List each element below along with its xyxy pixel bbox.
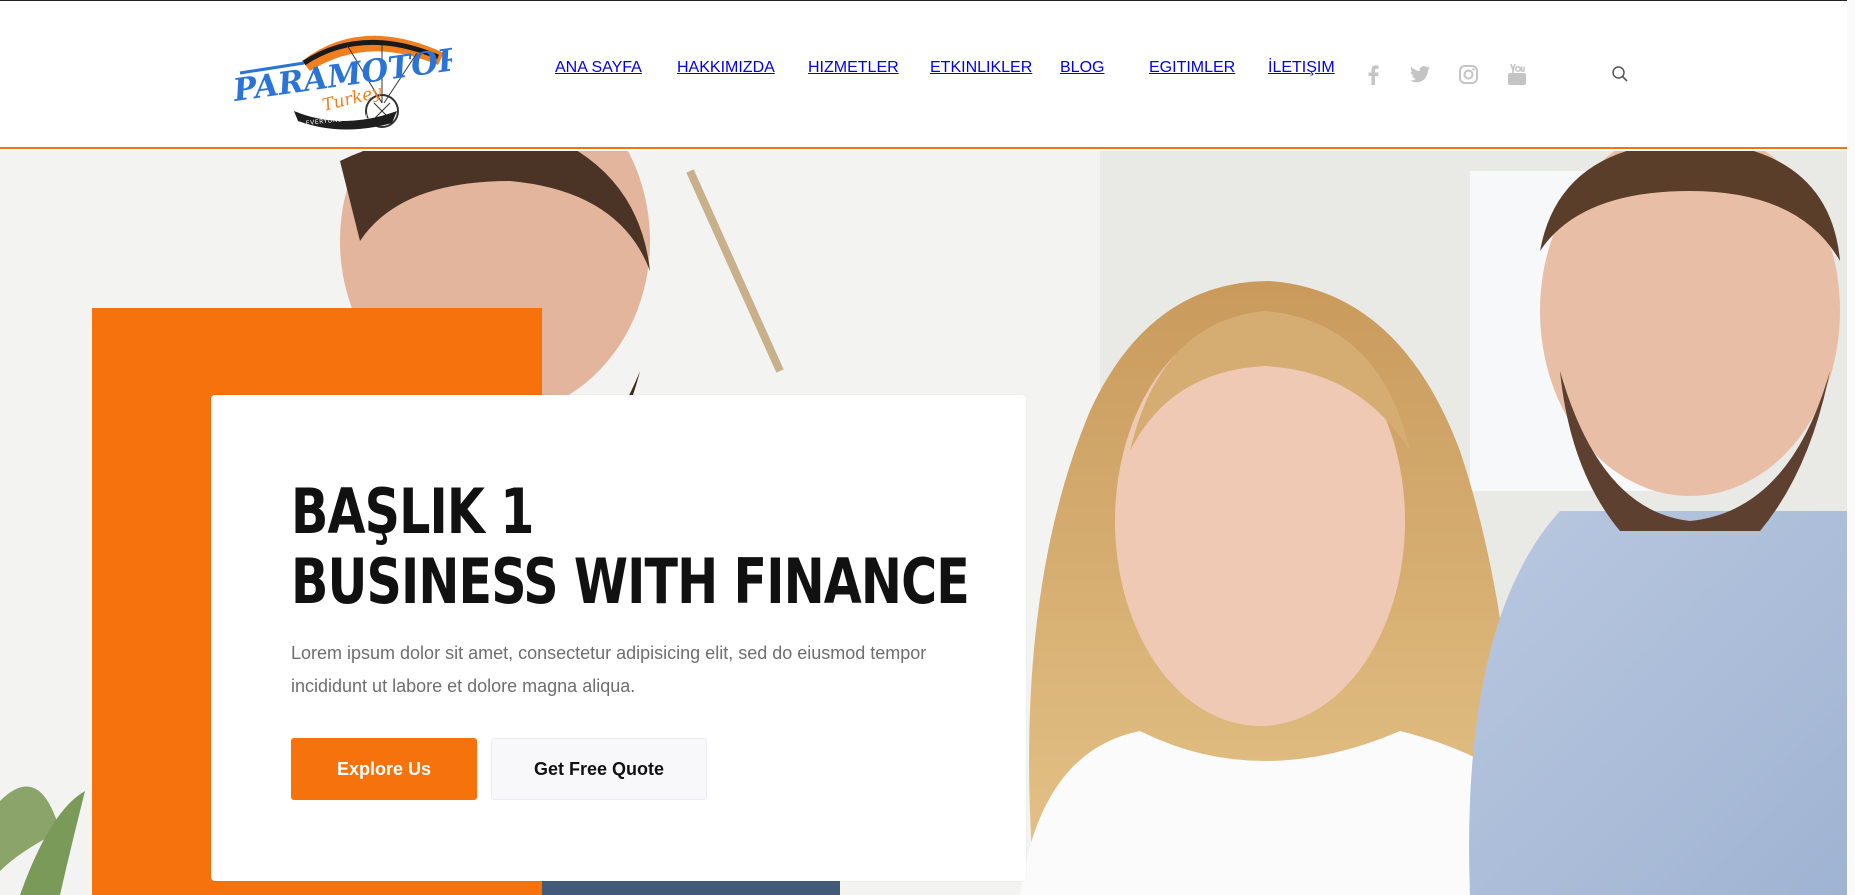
nav-item-iletisim[interactable]: İLETIŞIM [1268,59,1335,76]
search-icon[interactable] [1611,65,1629,83]
hero-title-line2: BUSINESS WITH FINANCE [291,545,970,618]
explore-us-button[interactable]: Explore Us [291,738,477,800]
paramotor-logo[interactable]: PARAMOTOR Turkey EVERYONE CAN FLY! [230,23,466,133]
hero-card: BAŞLIK 1 BUSINESS WITH FINANCE Lorem ips… [211,395,1026,881]
nav-item-ana-sayfa[interactable]: ANA SAYFA [555,59,642,76]
facebook-icon[interactable] [1366,65,1380,85]
youtube-icon[interactable] [1508,64,1526,85]
twitter-icon[interactable] [1410,66,1430,83]
nav-item-blog[interactable]: BLOG [1060,59,1104,76]
instagram-icon[interactable] [1459,65,1478,84]
nav-item-egitimler[interactable]: EGITIMLER [1149,59,1235,76]
hero-title-line1: BAŞLIK 1 [291,475,534,548]
paraglider-logo-icon: PARAMOTOR Turkey EVERYONE CAN FLY! [230,35,466,130]
get-free-quote-button[interactable]: Get Free Quote [491,738,707,800]
page-scrollbar[interactable] [1847,0,1855,895]
nav-item-hakkimizda[interactable]: HAKKIMIZDA [677,59,775,76]
nav-item-hizmetler[interactable]: HIZMETLER [808,59,899,76]
hero-title: BAŞLIK 1 BUSINESS WITH FINANCE [291,475,970,618]
nav-item-etkinlikler[interactable]: ETKINLIKLER [930,59,1032,76]
hero-description: Lorem ipsum dolor sit amet, consectetur … [291,643,927,696]
site-header: PARAMOTOR Turkey EVERYONE CAN FLY! ANA S… [0,1,1855,149]
